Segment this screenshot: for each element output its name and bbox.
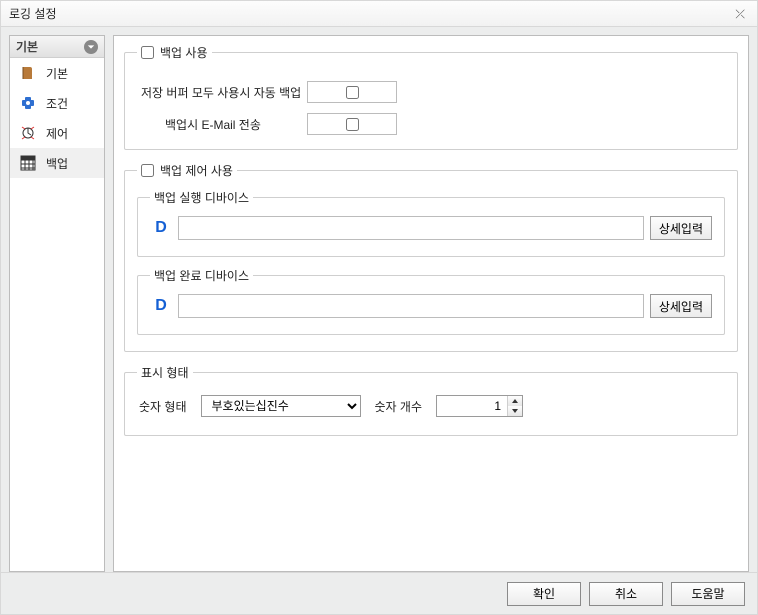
device-type-badge: D	[150, 219, 172, 237]
group-backup-done-device: 백업 완료 디바이스 D 상세입력	[137, 267, 725, 335]
group-backup-control: 백업 제어 사용 백업 실행 디바이스 D 상세입력 백업 완료 디바이스	[124, 162, 738, 352]
sidebar-item-label: 백업	[46, 155, 68, 172]
spin-up-button[interactable]	[508, 396, 522, 406]
group-legend: 백업 제어 사용	[160, 162, 233, 179]
device-type-badge: D	[150, 297, 172, 315]
exec-device-detail-button[interactable]: 상세입력	[650, 216, 712, 240]
sidebar-item-condition[interactable]: 조건	[10, 88, 104, 118]
sidebar-item-basic[interactable]: 기본	[10, 58, 104, 88]
ok-button[interactable]: 확인	[507, 582, 581, 606]
upper-area: 기본 기본 조건	[1, 27, 757, 572]
book-icon	[20, 65, 36, 81]
content-panel: 백업 사용 저장 버퍼 모두 사용시 자동 백업 백업시 E-Mail 전송	[113, 35, 749, 572]
grid-icon	[20, 155, 36, 171]
control-icon	[20, 125, 36, 141]
group-display-format: 표시 형태 숫자 형태 부호있는십진수 숫자 개수	[124, 364, 738, 436]
backup-control-checkbox[interactable]	[141, 164, 154, 177]
sidebar: 기본 기본 조건	[9, 35, 105, 572]
backup-use-checkbox[interactable]	[141, 46, 154, 59]
done-device-input[interactable]	[178, 294, 644, 318]
exec-device-input[interactable]	[178, 216, 644, 240]
num-type-select[interactable]: 부호있는십진수	[201, 395, 361, 417]
auto-backup-checkbox-cell[interactable]	[307, 81, 397, 103]
email-backup-checkbox[interactable]	[346, 118, 359, 131]
exec-device-legend: 백업 실행 디바이스	[150, 189, 253, 206]
titlebar: 로깅 설정 ⤫	[1, 1, 757, 27]
client-area: 기본 기본 조건	[1, 27, 757, 614]
done-device-detail-button[interactable]: 상세입력	[650, 294, 712, 318]
sidebar-item-backup[interactable]: 백업	[10, 148, 104, 178]
group-legend: 백업 사용	[160, 44, 208, 61]
num-count-spinner[interactable]	[436, 395, 523, 417]
group-legend: 표시 형태	[137, 364, 193, 381]
window-title: 로깅 설정	[9, 1, 57, 27]
close-icon[interactable]: ⤫	[731, 1, 749, 27]
num-count-label: 숫자 개수	[375, 398, 423, 415]
group-backup-exec-device: 백업 실행 디바이스 D 상세입력	[137, 189, 725, 257]
auto-backup-label: 저장 버퍼 모두 사용시 자동 백업	[137, 84, 307, 101]
spin-down-button[interactable]	[508, 406, 522, 416]
sidebar-item-label: 제어	[46, 125, 68, 142]
dialog-window: 로깅 설정 ⤫ 기본 기본	[0, 0, 758, 615]
cancel-button[interactable]: 취소	[589, 582, 663, 606]
sidebar-item-label: 기본	[46, 65, 68, 82]
sidebar-header-label: 기본	[16, 38, 38, 55]
sidebar-item-control[interactable]: 제어	[10, 118, 104, 148]
sidebar-header[interactable]: 기본	[10, 36, 104, 58]
sidebar-item-label: 조건	[46, 95, 68, 112]
group-backup-use: 백업 사용 저장 버퍼 모두 사용시 자동 백업 백업시 E-Mail 전송	[124, 44, 738, 150]
num-count-input[interactable]	[437, 396, 507, 416]
gear-icon	[20, 95, 36, 111]
help-button[interactable]: 도움말	[671, 582, 745, 606]
auto-backup-checkbox[interactable]	[346, 86, 359, 99]
chevron-down-icon	[84, 40, 98, 54]
email-backup-checkbox-cell[interactable]	[307, 113, 397, 135]
dialog-footer: 확인 취소 도움말	[1, 572, 757, 614]
email-backup-label: 백업시 E-Mail 전송	[137, 116, 307, 133]
num-type-label: 숫자 형태	[139, 398, 187, 415]
done-device-legend: 백업 완료 디바이스	[150, 267, 253, 284]
